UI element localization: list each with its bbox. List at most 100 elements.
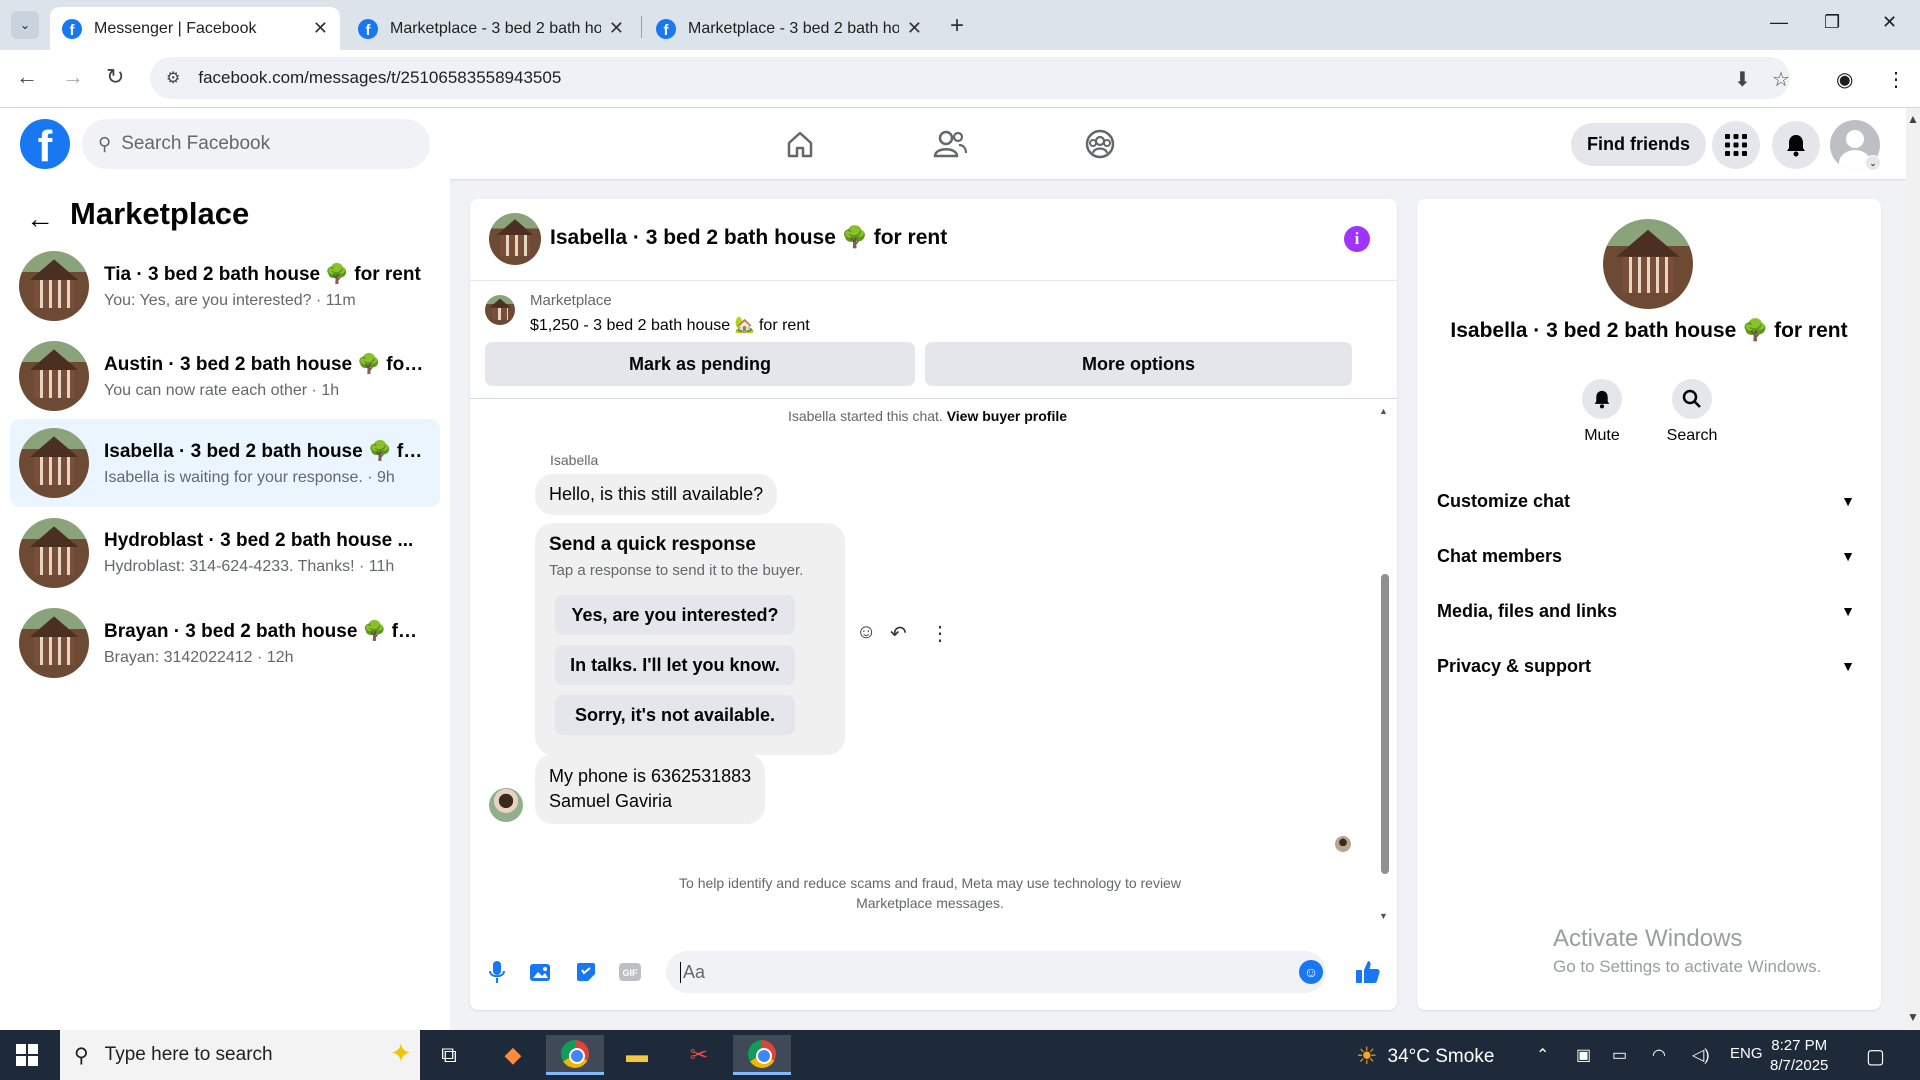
react-emoji-icon[interactable]: ☺ (856, 621, 876, 644)
back-arrow-icon[interactable]: ← (16, 64, 38, 90)
chat-members-row[interactable]: Chat members ▼ (1437, 534, 1861, 578)
message-thread: Isabella started this chat. View buyer p… (470, 399, 1397, 934)
bookmark-star-icon[interactable]: ☆ (1772, 67, 1790, 92)
back-arrow-icon[interactable]: ← (26, 203, 54, 235)
file-explorer-icon[interactable]: ▬ (608, 1035, 666, 1075)
scroll-down-arrow-icon[interactable]: ▼ (1907, 1010, 1919, 1024)
site-info-icon[interactable]: ⚙ (166, 68, 180, 88)
mark-as-pending-button[interactable]: Mark as pending (485, 342, 915, 386)
reply-icon[interactable]: ↶ (890, 621, 907, 646)
mute-button[interactable]: Mute (1567, 379, 1637, 445)
task-view-icon[interactable]: ⧉ (420, 1035, 478, 1075)
tab-marketplace-1[interactable]: f Marketplace - 3 bed 2 bath hou ✕ (346, 7, 636, 50)
info-icon[interactable]: i (1344, 226, 1370, 252)
gif-icon[interactable]: GIF (616, 958, 644, 986)
facebook-search[interactable]: ⚲ (82, 119, 430, 169)
forward-arrow-icon[interactable]: → (62, 64, 84, 90)
home-icon[interactable] (782, 126, 818, 162)
browser-menu-icon[interactable]: ⋮ (1886, 67, 1906, 92)
notifications-icon[interactable]: ▢ (1866, 1044, 1885, 1069)
conversation-item[interactable]: Tia · 3 bed 2 bath house 🌳 for rent You:… (10, 242, 440, 330)
tab-messenger[interactable]: f Messenger | Facebook ✕ (50, 7, 340, 50)
privacy-support-row[interactable]: Privacy & support ▼ (1437, 644, 1861, 688)
close-tab-icon[interactable]: ✕ (609, 18, 624, 39)
close-tab-icon[interactable]: ✕ (313, 18, 328, 39)
facebook-search-input[interactable] (121, 133, 402, 155)
message-input-box[interactable] (666, 951, 1326, 993)
view-buyer-profile-link[interactable]: View buyer profile (947, 408, 1067, 424)
message-text: Hello, is this still available? (549, 484, 764, 504)
conversation-preview: Hydroblast: 314-624-4233. Thanks! · 11h (104, 558, 395, 575)
facebook-logo-icon[interactable]: f (20, 119, 70, 169)
tab-separator (641, 16, 642, 38)
marketplace-chat-list: ← Marketplace Tia · 3 bed 2 bath house 🌳… (0, 179, 450, 1030)
weather-icon: ☀ (1356, 1043, 1378, 1070)
notifications-bell-icon[interactable] (1772, 121, 1820, 169)
windows-start-icon[interactable] (16, 1044, 38, 1066)
groups-icon[interactable] (1082, 126, 1118, 162)
scrollbar-thumb[interactable] (1381, 574, 1389, 874)
weather-widget[interactable]: ☀ 34°C Smoke (1356, 1042, 1494, 1071)
listing-photo[interactable] (1603, 219, 1693, 309)
find-friends-button[interactable]: Find friends (1571, 123, 1706, 166)
conversation-item[interactable]: Brayan · 3 bed 2 bath house 🌳 for... Bra… (10, 599, 440, 687)
emoji-icon[interactable]: ☺ (1299, 960, 1323, 984)
page-scrollbar[interactable]: ▲ ▼ (1906, 108, 1920, 1030)
close-tab-icon[interactable]: ✕ (907, 18, 922, 39)
quick-response-yes-button[interactable]: Yes, are you interested? (555, 595, 795, 635)
wifi-icon[interactable]: ◠ (1652, 1045, 1666, 1065)
restore-window-icon[interactable]: ❐ (1824, 12, 1840, 33)
browser-profile-icon[interactable]: ◉ (1836, 67, 1853, 92)
new-tab-button[interactable]: + (950, 12, 964, 40)
scroll-up-arrow-icon[interactable]: ▲ (1379, 406, 1388, 416)
friends-icon[interactable] (932, 126, 968, 162)
snipping-tool-icon[interactable]: ✂ (670, 1035, 728, 1075)
close-window-icon[interactable]: ✕ (1882, 12, 1897, 33)
listing-price-title[interactable]: $1,250 - 3 bed 2 bath house 🏡 for rent (530, 315, 810, 335)
message-bubble: Hello, is this still available? (535, 474, 778, 515)
conversation-item[interactable]: Hydroblast · 3 bed 2 bath house ... Hydr… (10, 509, 440, 597)
taskbar-search[interactable]: ⚲ Type here to search ✦ (60, 1030, 420, 1080)
more-options-button[interactable]: More options (925, 342, 1352, 386)
listing-thumbnail (19, 428, 89, 498)
conversation-item-selected[interactable]: Isabella · 3 bed 2 bath house 🌳 fo... Is… (10, 419, 440, 507)
taskbar-clock[interactable]: 8:27 PM 8/7/2025 (1770, 1036, 1828, 1076)
quick-response-subtitle: Tap a response to send it to the buyer. (549, 562, 804, 579)
chat-title[interactable]: Isabella · 3 bed 2 bath house 🌳 for rent (550, 226, 947, 250)
photo-icon[interactable] (527, 958, 555, 986)
language-indicator[interactable]: ENG (1730, 1045, 1763, 1062)
show-hidden-icons-icon[interactable]: ⌃ (1536, 1045, 1549, 1065)
copilot-app-icon[interactable]: ◆ (484, 1035, 542, 1075)
thumbs-up-icon[interactable] (1354, 958, 1382, 986)
seen-receipt-avatar (1335, 836, 1351, 852)
listing-thumbnail (19, 518, 89, 588)
minimize-window-icon[interactable]: — (1770, 12, 1788, 33)
tab-marketplace-2[interactable]: f Marketplace - 3 bed 2 bath hou ✕ (644, 7, 934, 50)
sticker-icon[interactable] (572, 958, 600, 986)
quick-response-in-talks-button[interactable]: In talks. I'll let you know. (555, 645, 795, 685)
chat-listing-thumbnail[interactable] (489, 213, 541, 265)
address-bar[interactable]: ⚙ facebook.com/messages/t/25106583558943… (150, 57, 1790, 99)
customize-chat-row[interactable]: Customize chat ▼ (1437, 479, 1861, 523)
menu-grid-icon[interactable] (1712, 121, 1760, 169)
volume-icon[interactable]: ◁) (1692, 1045, 1710, 1065)
message-input[interactable] (680, 961, 1240, 983)
microphone-icon[interactable] (483, 958, 511, 986)
reload-icon[interactable]: ↻ (106, 64, 124, 90)
search-in-chat-button[interactable]: Search (1657, 379, 1727, 445)
meet-now-icon[interactable]: ▣ (1576, 1045, 1591, 1065)
conversation-name: Isabella · 3 bed 2 bath house 🌳 fo... (104, 441, 424, 462)
more-actions-icon[interactable]: ⋮ (930, 621, 950, 646)
account-chevron-down-icon[interactable]: ⌄ (1865, 155, 1881, 171)
install-app-icon[interactable]: ⬇ (1734, 67, 1751, 92)
battery-icon[interactable]: ▭ (1612, 1045, 1627, 1065)
tab-search-dropdown[interactable]: ⌄ (11, 11, 39, 39)
chrome-app-icon[interactable] (546, 1035, 604, 1075)
conversation-item[interactable]: Austin · 3 bed 2 bath house 🌳 for... You… (10, 332, 440, 420)
media-files-links-row[interactable]: Media, files and links ▼ (1437, 589, 1861, 633)
quick-response-not-available-button[interactable]: Sorry, it's not available. (555, 695, 795, 735)
scroll-down-arrow-icon[interactable]: ▼ (1379, 911, 1388, 921)
sender-avatar[interactable] (489, 788, 523, 822)
scroll-up-arrow-icon[interactable]: ▲ (1907, 112, 1919, 126)
chrome-app-icon-2[interactable] (733, 1035, 791, 1075)
